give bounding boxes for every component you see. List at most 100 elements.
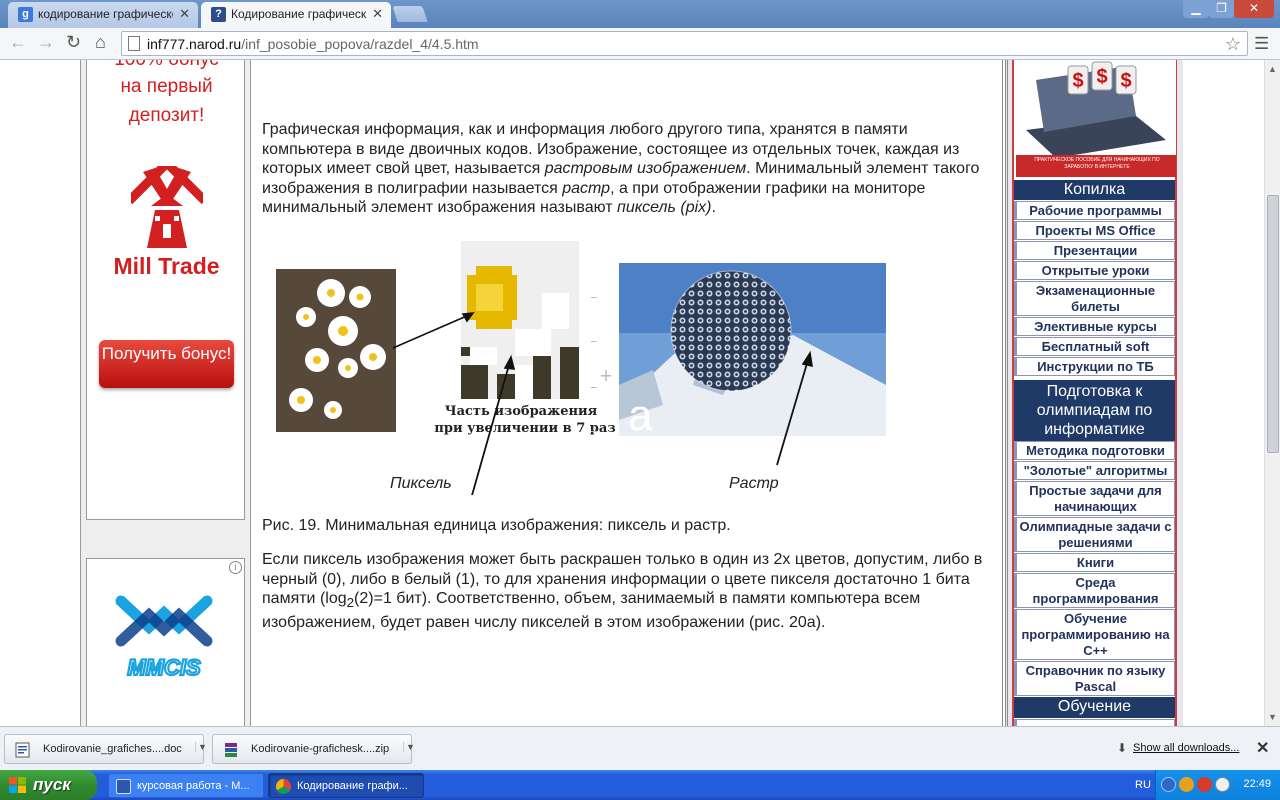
close-window-button[interactable]: ✕ xyxy=(1234,0,1274,18)
term-raster-image: растровым изображением xyxy=(544,160,747,177)
page-icon xyxy=(128,36,140,51)
ad-line-1: 100% бонус xyxy=(87,60,246,71)
daisies-photo xyxy=(276,269,396,432)
antivirus-tray-icon[interactable] xyxy=(1197,777,1212,792)
ad-line-3: депозит! xyxy=(128,105,205,126)
menu-item-free-soft[interactable]: Бесплатный soft xyxy=(1014,337,1175,356)
google-favicon-icon: g xyxy=(18,7,33,22)
download-item-zip[interactable]: Kodirovanie-grafichesk....zip ▼ xyxy=(212,734,415,764)
start-button[interactable]: пуск xyxy=(0,770,97,800)
figure-caption: Рис. 19. Минимальная единица изображения… xyxy=(262,517,731,534)
download-item-doc[interactable]: Kodirovanie_grafiches....doc ▼ xyxy=(4,734,207,764)
taskbar-item-chrome[interactable]: Кодирование графи... xyxy=(268,773,424,798)
url-path: /inf_posobie_popova/razdel_4/4.5.htm xyxy=(241,36,479,52)
menu-item-partial[interactable] xyxy=(1014,719,1175,726)
menu-item-safety[interactable]: Инструкции по ТБ xyxy=(1014,357,1175,376)
close-shelf-icon[interactable]: ✕ xyxy=(1256,738,1269,758)
show-all-downloads-link[interactable]: Show all downloads... xyxy=(1133,742,1239,754)
tab-title: Кодирование графической xyxy=(231,7,366,21)
language-indicator[interactable]: RU xyxy=(1135,779,1151,791)
section-heading-olympiad: Подготовка к олимпиадам по информатике xyxy=(1014,380,1175,441)
banner-text: ПРАКТИЧЕСКОЕ ПОСОБИЕ ДЛЯ НАЧИНАЮЩИХ ПО З… xyxy=(1034,157,1160,170)
text-run: . xyxy=(711,199,716,216)
scrollbar-thumb[interactable] xyxy=(1267,195,1279,453)
menu-item-methodology[interactable]: Методика подготовки xyxy=(1014,441,1175,460)
page-scrollbar[interactable]: ▲ ▼ xyxy=(1264,60,1280,726)
label-pixel: Пиксель xyxy=(390,475,452,492)
chrome-tray-icon[interactable] xyxy=(1179,777,1194,792)
task-label: курсовая работа - М... xyxy=(137,780,250,792)
advert-mmcis[interactable]: i MMCIS xyxy=(86,558,245,726)
download-filename: Kodirovanie_grafiches....doc xyxy=(43,743,182,755)
winrar-archive-icon xyxy=(225,743,237,757)
back-arrow-tray-icon[interactable] xyxy=(1161,777,1176,792)
article-content: Графическая информация, как и информация… xyxy=(253,60,1003,726)
menu-item-ide[interactable]: Среда программирования xyxy=(1014,573,1175,608)
right-navigation: $ $ $ ПРАКТИЧЕСКОЕ ПОСОБИЕ ДЛЯ НАЧИНАЮЩИ… xyxy=(1012,60,1177,726)
zoom-caption-line1: Часть изображения xyxy=(445,404,598,419)
menu-item-ms-office[interactable]: Проекты MS Office xyxy=(1014,221,1175,240)
close-icon[interactable]: ✕ xyxy=(372,6,383,22)
scroll-down-icon[interactable]: ▼ xyxy=(1268,712,1277,722)
forward-arrow-icon[interactable]: → xyxy=(37,32,55,53)
address-bar[interactable]: inf777.narod.ru/inf_posobie_popova/razde… xyxy=(121,31,1248,56)
windows-logo-icon xyxy=(9,777,26,793)
url-domain: inf777.narod.ru xyxy=(147,36,242,52)
menu-item-electives[interactable]: Элективные курсы xyxy=(1014,317,1175,336)
menu-item-presentations[interactable]: Презентации xyxy=(1014,241,1175,260)
menu-item-exam-tickets[interactable]: Экзаменационные билеты xyxy=(1014,281,1175,316)
home-icon[interactable]: ⌂ xyxy=(95,32,106,53)
advert-mill-trade[interactable]: 100% бонус на первый депозит! xyxy=(86,60,245,520)
taskbar-item-word[interactable]: курсовая работа - М... xyxy=(108,773,264,798)
dropdown-arrow-icon[interactable]: ▼ xyxy=(195,742,207,752)
figure-letter-a: а xyxy=(628,391,653,440)
earning-banner[interactable]: $ $ $ ПРАКТИЧЕСКОЕ ПОСОБИЕ ДЛЯ НАЧИНАЮЩИ… xyxy=(1016,60,1176,177)
menu-item-work-programs[interactable]: Рабочие программы xyxy=(1014,201,1175,220)
menu-item-pascal[interactable]: Справочник по языку Pascal xyxy=(1014,661,1175,696)
browser-toolbar: ← → ↻ ⌂ inf777.narod.ru/inf_posobie_popo… xyxy=(0,28,1280,60)
chrome-app-icon xyxy=(276,779,291,794)
menu-item-open-lessons[interactable]: Открытые уроки xyxy=(1014,261,1175,280)
menu-item-golden-algorithms[interactable]: "Золотые" алгоритмы xyxy=(1014,461,1175,480)
menu-item-simple-tasks[interactable]: Простые задачи для начинающих xyxy=(1014,481,1175,516)
back-arrow-icon[interactable]: ← xyxy=(9,32,27,53)
tab-search[interactable]: g кодирование графической ✕ xyxy=(8,2,198,28)
page-favicon-icon: ? xyxy=(211,7,226,22)
reload-icon[interactable]: ↻ xyxy=(66,32,81,53)
menu-item-books[interactable]: Книги xyxy=(1014,553,1175,572)
mmcis-brand-text: MMCIS xyxy=(127,655,201,680)
download-filename: Kodirovanie-grafichesk....zip xyxy=(251,743,390,755)
downloads-shelf: Kodirovanie_grafiches....doc ▼ Kodirovan… xyxy=(0,726,1280,770)
windows-taskbar: пуск курсовая работа - М... Кодирование … xyxy=(0,770,1280,800)
wrench-menu-icon[interactable]: ☰ xyxy=(1254,34,1269,54)
term-raster: растр xyxy=(562,179,611,197)
mountain-photo: а xyxy=(619,263,886,440)
adchoice-icon[interactable]: i xyxy=(229,561,242,574)
label-raster: Растр xyxy=(729,475,779,492)
start-label: пуск xyxy=(33,775,71,794)
maximize-button[interactable]: ❐ xyxy=(1209,0,1234,18)
svg-text:$: $ xyxy=(1120,70,1131,92)
windmill-logo-icon xyxy=(131,166,203,248)
get-bonus-button[interactable]: Получить бонус! xyxy=(99,340,234,388)
bookmark-star-icon[interactable]: ☆ xyxy=(1225,34,1241,55)
text-run: (2)=1 бит). Соответственно, объем, заним… xyxy=(262,590,921,631)
task-label: Кодирование графи... xyxy=(297,780,408,792)
scroll-up-icon[interactable]: ▲ xyxy=(1268,64,1277,74)
system-tray: 22:49 xyxy=(1155,770,1280,800)
menu-item-cpp[interactable]: Обучение программированию на C++ xyxy=(1014,609,1175,660)
menu-item-olympiad-tasks[interactable]: Олимпиадные задачи с решениями xyxy=(1014,517,1175,552)
word-doc-icon xyxy=(15,742,30,758)
section-heading-learning: Обучение xyxy=(1014,697,1175,718)
new-tab-button[interactable] xyxy=(392,6,428,22)
minimize-button[interactable]: ▁ xyxy=(1183,0,1209,18)
ad-line-2: на первый xyxy=(120,76,213,97)
close-icon[interactable]: ✕ xyxy=(179,6,190,22)
svg-text:$: $ xyxy=(1096,66,1107,88)
ad-brand-name: Mill Trade xyxy=(113,253,220,279)
tab-active-page[interactable]: ? Кодирование графической ✕ xyxy=(201,2,391,28)
clock[interactable]: 22:49 xyxy=(1243,778,1271,790)
dropdown-arrow-icon[interactable]: ▼ xyxy=(403,742,415,752)
network-tray-icon[interactable] xyxy=(1215,777,1230,792)
left-ad-column: 100% бонус на первый депозит! xyxy=(80,60,251,726)
